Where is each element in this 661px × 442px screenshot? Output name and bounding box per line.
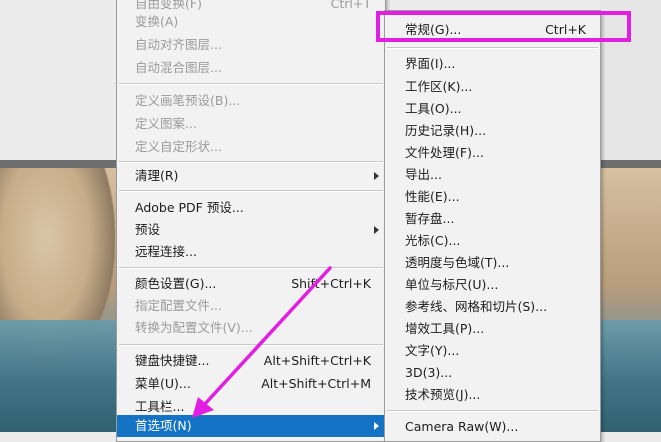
annotation-arrow-icon — [192, 266, 332, 418]
